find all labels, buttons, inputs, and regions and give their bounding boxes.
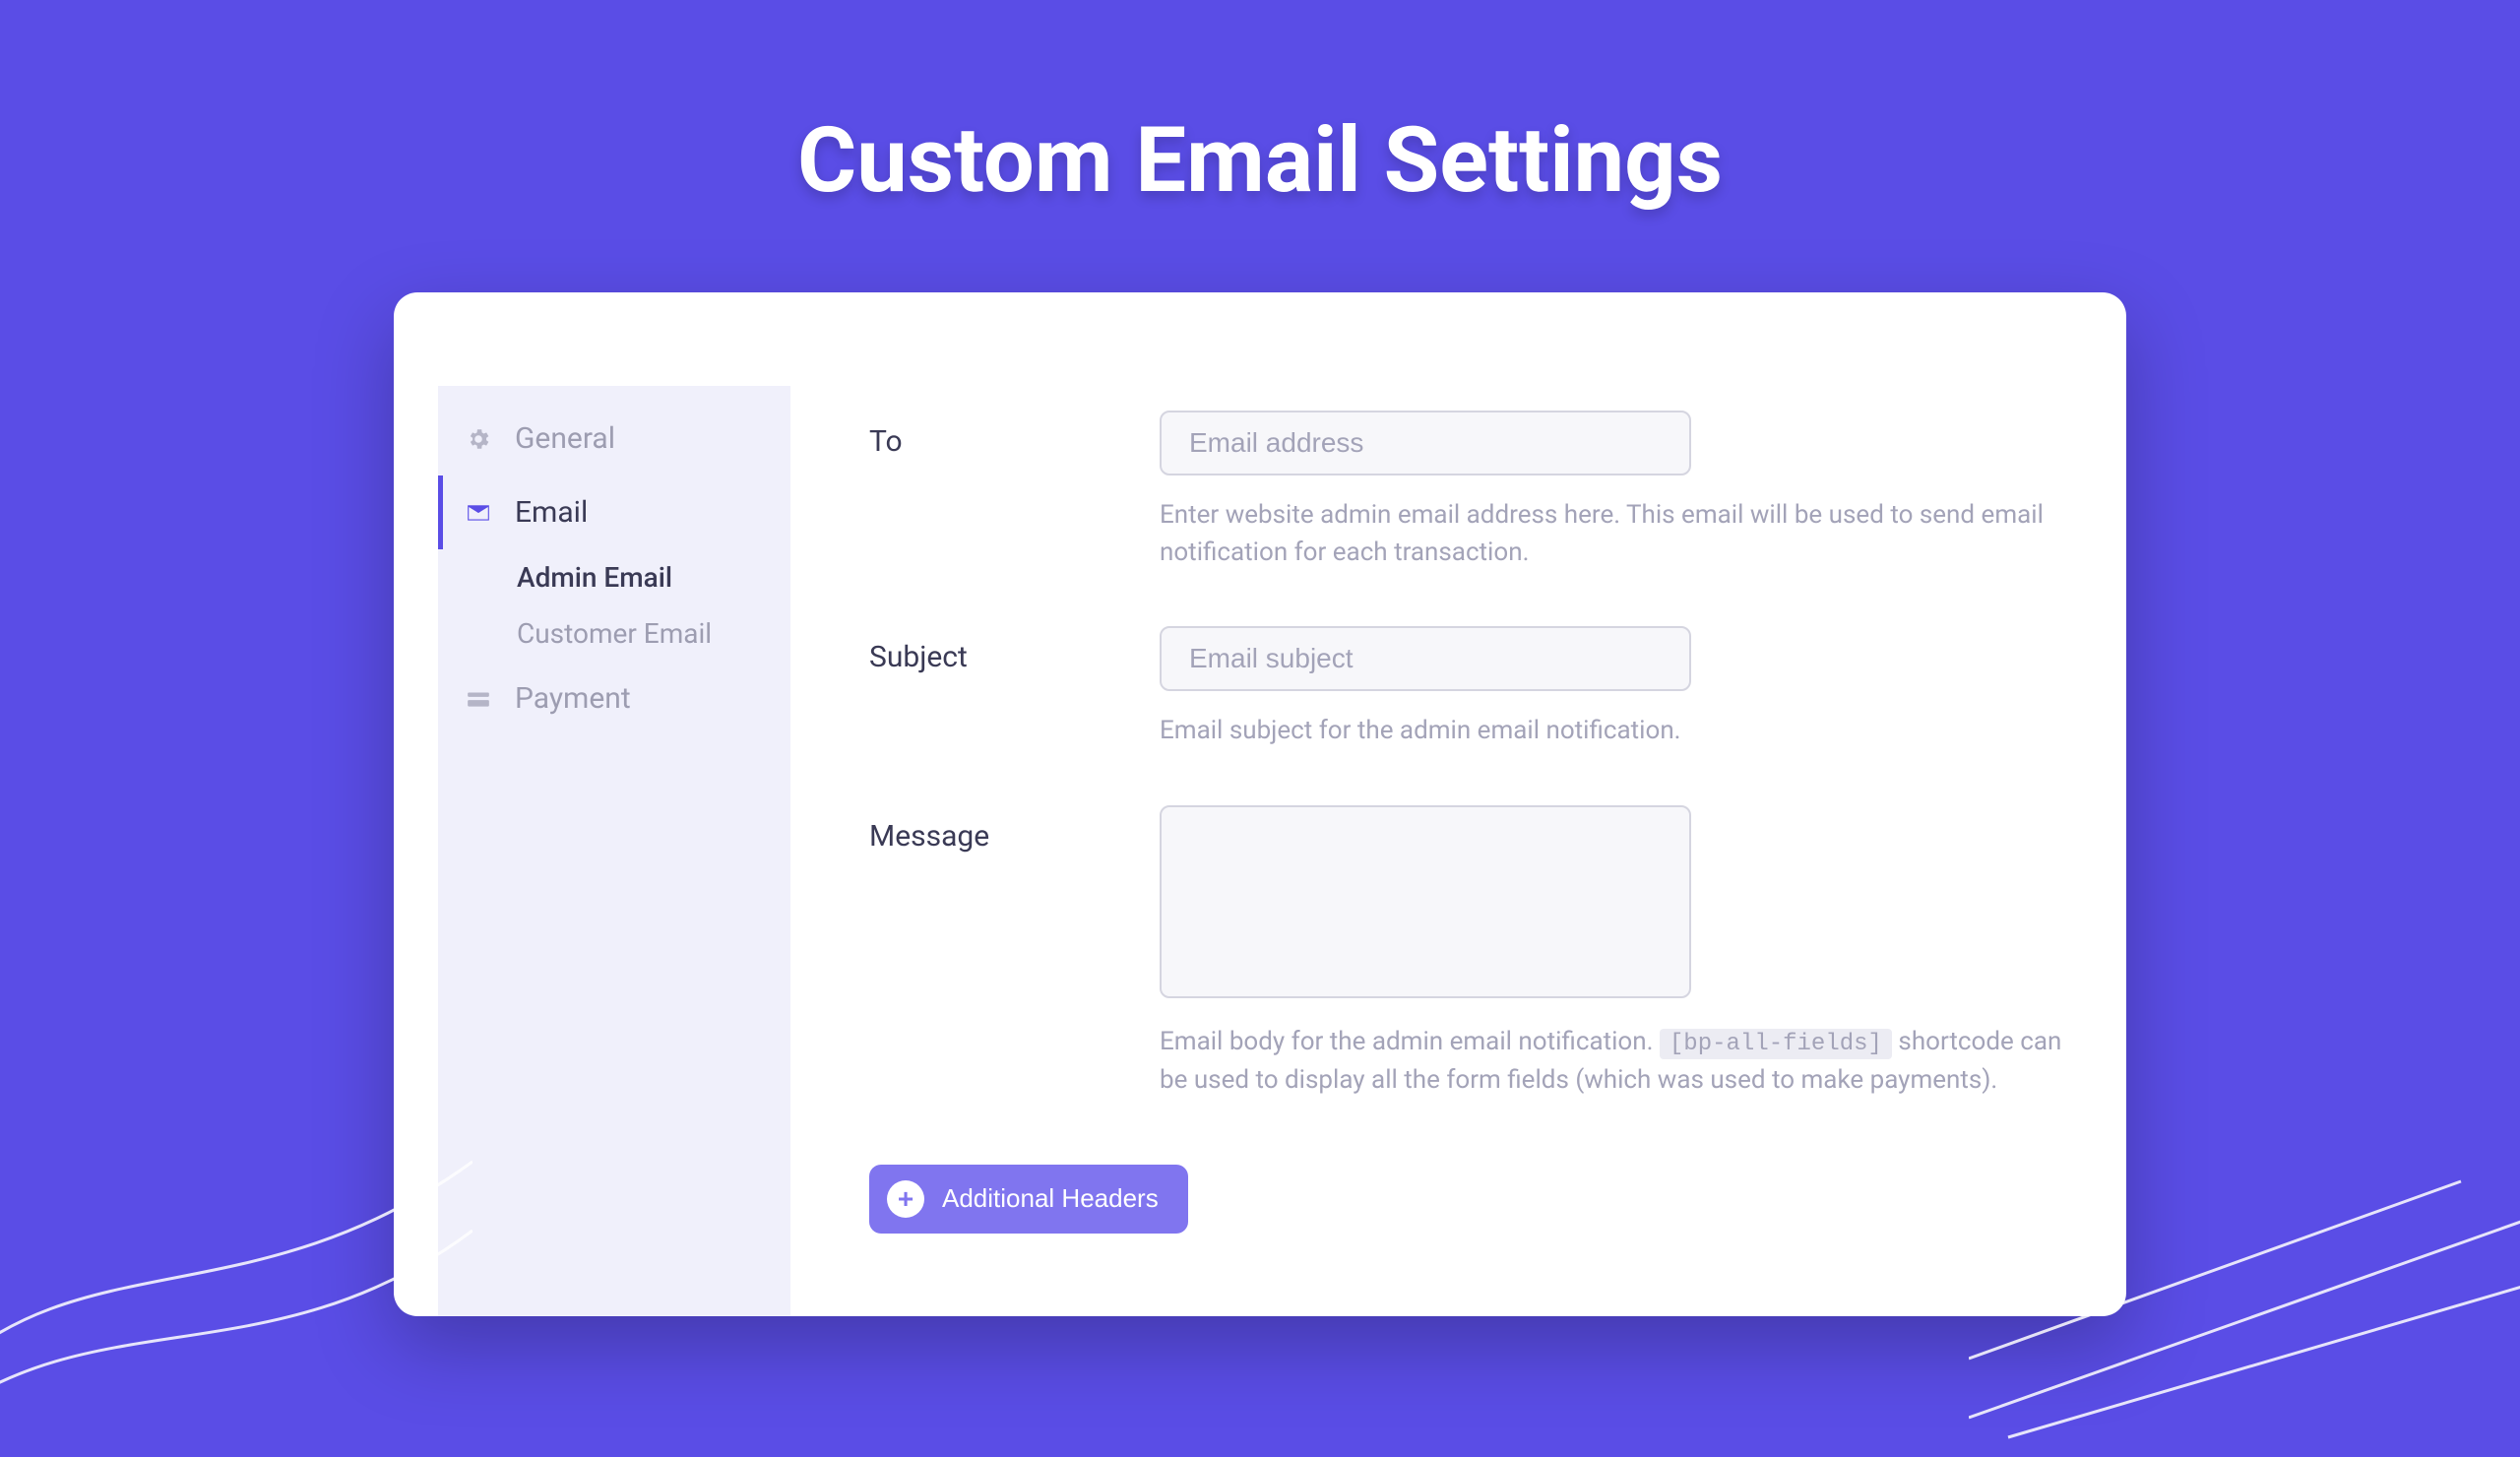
to-helper: Enter website admin email address here. … xyxy=(1160,497,2067,571)
subject-input[interactable] xyxy=(1160,626,1691,691)
sidebar-item-label: Payment xyxy=(515,681,631,716)
page-title: Custom Email Settings xyxy=(0,0,2520,214)
to-input[interactable] xyxy=(1160,411,1691,475)
message-textarea[interactable] xyxy=(1160,805,1691,998)
additional-headers-button[interactable]: + Additional Headers xyxy=(869,1165,1188,1234)
subject-helper: Email subject for the admin email notifi… xyxy=(1160,713,2067,750)
envelope-icon xyxy=(466,500,499,526)
message-label: Message xyxy=(869,805,1160,1099)
field-message: Message Email body for the admin email n… xyxy=(869,805,2067,1099)
sidebar-item-email[interactable]: Email xyxy=(438,475,790,549)
settings-sidebar: General Email Admin Email Customer Email… xyxy=(438,386,790,1316)
form-panel: To Enter website admin email address her… xyxy=(790,292,2126,1316)
gear-icon xyxy=(466,426,499,452)
to-label: To xyxy=(869,411,1160,571)
shortcode: [bp-all-fields] xyxy=(1660,1029,1892,1059)
sidebar-item-general[interactable]: General xyxy=(438,402,790,475)
decorative-lines-right xyxy=(1969,1142,2520,1457)
plus-icon: + xyxy=(887,1180,924,1218)
payment-icon xyxy=(466,686,499,712)
sidebar-subitem-customer-email[interactable]: Customer Email xyxy=(438,605,790,662)
additional-headers-label: Additional Headers xyxy=(942,1183,1159,1214)
sidebar-item-label: Email xyxy=(515,495,588,530)
field-to: To Enter website admin email address her… xyxy=(869,411,2067,571)
sidebar-subitem-admin-email[interactable]: Admin Email xyxy=(438,549,790,605)
decorative-lines-left xyxy=(0,1122,472,1437)
sidebar-item-payment[interactable]: Payment xyxy=(438,662,790,735)
settings-card: General Email Admin Email Customer Email… xyxy=(394,292,2126,1316)
message-helper: Email body for the admin email notificat… xyxy=(1160,1024,2067,1099)
subject-label: Subject xyxy=(869,626,1160,750)
sidebar-item-label: General xyxy=(515,421,615,456)
field-subject: Subject Email subject for the admin emai… xyxy=(869,626,2067,750)
